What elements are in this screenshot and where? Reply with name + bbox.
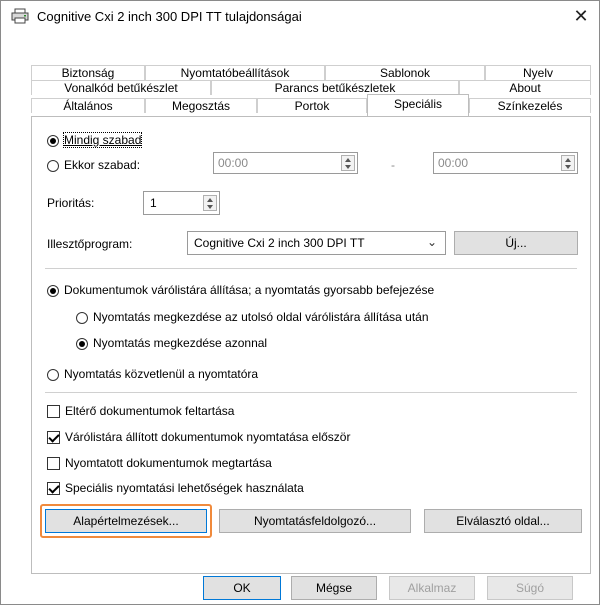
help-button[interactable]: Súgó <box>487 576 573 600</box>
enable-advanced-checkbox[interactable] <box>47 482 60 495</box>
tab-parancs-betukeszletek[interactable]: Parancs betűkészletek <box>211 80 459 95</box>
available-from-radio[interactable] <box>47 160 59 172</box>
start-immediately-radio[interactable] <box>76 338 88 350</box>
tab-szinkezeles[interactable]: Színkezelés <box>469 98 591 113</box>
start-after-last-page-radio[interactable] <box>76 312 88 324</box>
always-available-label: Mindig szabad <box>62 132 143 148</box>
to-time-value: 00:00 <box>438 156 469 170</box>
from-time-spinner[interactable]: 00:00 <box>213 152 358 174</box>
tab-about[interactable]: About <box>459 80 591 95</box>
divider <box>45 392 577 393</box>
tab-portok[interactable]: Portok <box>257 98 367 113</box>
hold-mismatched-label: Eltérő dokumentumok feltartása <box>65 404 235 418</box>
start-after-last-page-label: Nyomtatás megkezdése az utolsó oldal vár… <box>93 310 429 324</box>
properties-dialog: Cognitive Cxi 2 inch 300 DPI TT tulajdon… <box>0 0 600 605</box>
tab-biztonsag[interactable]: Biztonság <box>31 65 145 80</box>
priority-label: Prioritás: <box>47 196 95 210</box>
time-range-dash: - <box>391 158 395 172</box>
chevron-down-icon: ⌄ <box>426 235 437 249</box>
spool-label: Dokumentumok várólistára állítása; a nyo… <box>64 283 435 297</box>
print-processor-button[interactable]: Nyomtatásfeldolgozó... <box>219 509 411 533</box>
priority-value: 1 <box>150 196 157 210</box>
tab-sablonok[interactable]: Sablonok <box>325 65 485 80</box>
tab-megosztas[interactable]: Megosztás <box>145 98 257 113</box>
print-spooled-first-checkbox[interactable] <box>47 431 60 444</box>
divider <box>45 268 577 269</box>
keep-printed-label: Nyomtatott dokumentumok megtartása <box>65 456 272 470</box>
apply-button[interactable]: Alkalmaz <box>389 576 475 600</box>
hold-mismatched-checkbox[interactable] <box>47 405 60 418</box>
title-bar: Cognitive Cxi 2 inch 300 DPI TT tulajdon… <box>1 1 599 33</box>
spin-arrows-icon[interactable] <box>561 155 575 171</box>
tab-vonalkod-betukeszlet[interactable]: Vonalkód betűkészlet <box>31 80 211 95</box>
enable-advanced-label: Speciális nyomtatási lehetőségek használ… <box>65 481 304 495</box>
separator-page-button[interactable]: Elválasztó oldal... <box>424 509 582 533</box>
tab-nyomtatobeallitasok[interactable]: Nyomtatóbeállítások <box>145 65 325 80</box>
available-from-label: Ekkor szabad: <box>64 158 141 172</box>
cancel-button[interactable]: Mégse <box>291 576 377 600</box>
driver-value: Cognitive Cxi 2 inch 300 DPI TT <box>194 236 365 250</box>
spool-radio[interactable] <box>47 285 59 297</box>
to-time-spinner[interactable]: 00:00 <box>433 152 578 174</box>
close-icon[interactable]: ✕ <box>571 5 591 27</box>
from-time-value: 00:00 <box>218 156 249 170</box>
always-available-radio[interactable] <box>47 135 59 147</box>
driver-select[interactable]: Cognitive Cxi 2 inch 300 DPI TT ⌄ <box>187 231 446 255</box>
keep-printed-checkbox[interactable] <box>47 457 60 470</box>
printer-icon <box>11 8 29 24</box>
spin-arrows-icon[interactable] <box>341 155 355 171</box>
driver-label: Illesztőprogram: <box>47 237 133 251</box>
priority-spinner[interactable]: 1 <box>143 191 220 215</box>
defaults-button[interactable]: Alapértelmezések... <box>45 509 207 533</box>
print-spooled-first-label: Várólistára állított dokumentumok nyomta… <box>65 430 351 444</box>
tab-altalanos[interactable]: Általános <box>31 98 145 113</box>
tab-specialis[interactable]: Speciális <box>367 94 469 117</box>
print-direct-radio[interactable] <box>47 369 59 381</box>
tab-nyelv[interactable]: Nyelv <box>485 65 591 80</box>
spin-arrows-icon[interactable] <box>203 195 217 211</box>
window-title: Cognitive Cxi 2 inch 300 DPI TT tulajdon… <box>37 9 302 24</box>
print-direct-label: Nyomtatás közvetlenül a nyomtatóra <box>64 367 259 381</box>
ok-button[interactable]: OK <box>203 576 281 600</box>
new-driver-button[interactable]: Új... <box>454 231 578 255</box>
start-immediately-label: Nyomtatás megkezdése azonnal <box>93 336 268 350</box>
